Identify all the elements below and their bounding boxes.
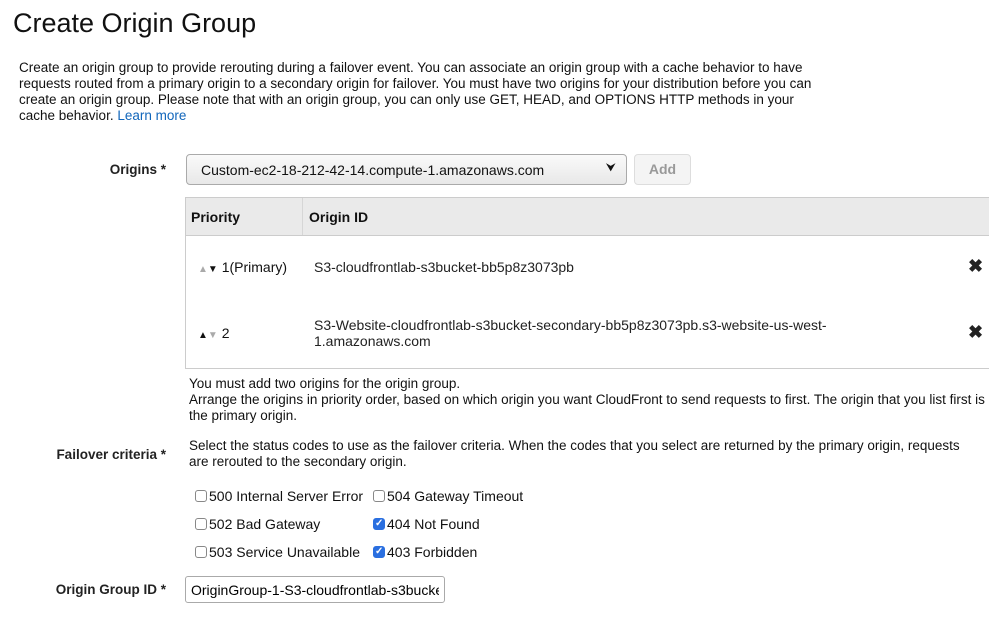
origins-label: Origins * (109, 162, 166, 177)
checkbox-404[interactable]: 404 Not Found (373, 516, 480, 532)
move-down-icon[interactable]: ▼ (208, 264, 218, 275)
origin-group-id-label: Origin Group ID * (55, 582, 166, 597)
table-row: ▲▼ 2 S3-Website-cloudfrontlab-s3bucket-s… (186, 302, 989, 368)
origins-note: You must add two origins for the origin … (189, 376, 985, 423)
table-row: ▲▼ 1(Primary) S3-cloudfrontlab-s3bucket-… (186, 236, 989, 302)
origins-selected-value: Custom-ec2-18-212-42-14.compute-1.amazon… (201, 162, 545, 178)
move-down-icon[interactable]: ▼ (208, 330, 218, 341)
header-origin-id: Origin ID (309, 209, 369, 225)
table-header: Priority Origin ID (186, 198, 989, 236)
origin-id: S3-cloudfrontlab-s3bucket-bb5p8z3073pb (314, 259, 574, 275)
checkbox-504[interactable]: 504 Gateway Timeout (373, 488, 523, 504)
intro-text: Create an origin group to provide rerout… (19, 60, 812, 123)
checkbox-503[interactable]: 503 Service Unavailable (195, 544, 360, 560)
learn-more-link[interactable]: Learn more (117, 108, 186, 123)
remove-icon[interactable]: ✖ (968, 322, 983, 343)
page-title: Create Origin Group (13, 8, 257, 38)
move-up-icon[interactable]: ▲ (198, 330, 208, 341)
failover-description: Select the status codes to use as the fa… (189, 438, 960, 469)
origin-id: S3-Website-cloudfrontlab-s3bucket-second… (314, 317, 827, 349)
chevron-down-icon: ⮟ (605, 160, 616, 174)
remove-icon[interactable]: ✖ (968, 256, 983, 277)
move-up-icon[interactable]: ▲ (198, 264, 208, 275)
checkbox-502[interactable]: 502 Bad Gateway (195, 516, 320, 532)
failover-label: Failover criteria * (56, 447, 166, 462)
checkbox-403[interactable]: 403 Forbidden (373, 544, 477, 560)
priority-value: 1(Primary) (221, 259, 288, 275)
header-priority: Priority (191, 209, 241, 225)
origins-select[interactable]: Custom-ec2-18-212-42-14.compute-1.amazon… (186, 154, 627, 185)
origin-group-id-input[interactable] (185, 576, 445, 603)
add-button[interactable]: Add (634, 154, 691, 185)
priority-value: 2 (221, 325, 230, 341)
origins-table: Priority Origin ID ▲▼ 1(Primary) S3-clou… (185, 197, 989, 369)
checkbox-500[interactable]: 500 Internal Server Error (195, 488, 363, 504)
